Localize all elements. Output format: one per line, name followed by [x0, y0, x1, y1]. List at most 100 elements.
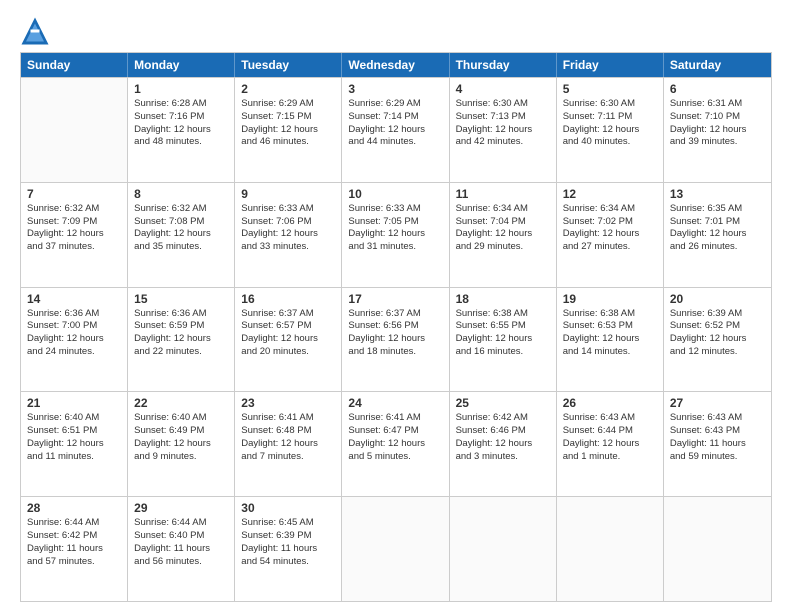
calendar-row-4: 28 Sunrise: 6:44 AMSunset: 6:42 PMDayligh…: [21, 496, 771, 601]
cell-info: Sunrise: 6:34 AMSunset: 7:02 PMDaylight:…: [563, 203, 657, 254]
day-cell-10: 10Sunrise: 6:33 AMSunset: 7:05 PMDayligh…: [342, 183, 449, 287]
cell-info: Sunrise: 6:30 AMSunset: 7:13 PMDaylight:…: [456, 98, 550, 149]
day-number: 21: [27, 396, 121, 410]
cell-info: Sunrise: 6:32 AMSunset: 7:08 PMDaylight:…: [134, 203, 228, 254]
empty-cell-4-6: [664, 497, 771, 601]
day-cell-17: 17 Sunrise: 6:37 AMSunset: 6:56 PMDayligh…: [342, 288, 449, 392]
day-number: 8: [134, 187, 228, 201]
cell-info: Sunrise: 6:32 AMSunset: 7:09 PMDaylight:…: [27, 203, 121, 254]
day-cell-5: 5 Sunrise: 6:30 AMSunset: 7:11 PMDaylight…: [557, 78, 664, 182]
cell-info: Sunrise: 6:33 AMSunset: 7:06 PMDaylight:…: [241, 203, 335, 254]
day-number: 6: [670, 82, 765, 96]
day-number: 26: [563, 396, 657, 410]
day-cell-27: 27 Sunrise: 6:43 AMSunset: 6:43 PMDayligh…: [664, 392, 771, 496]
logo: [20, 16, 54, 46]
empty-cell-4-5: [557, 497, 664, 601]
header-day-tuesday: Tuesday: [235, 53, 342, 77]
day-number: 25: [456, 396, 550, 410]
day-number: 15: [134, 292, 228, 306]
cell-info: Sunrise: 6:30 AMSunset: 7:11 PMDaylight:…: [563, 98, 657, 149]
day-number: 18: [456, 292, 550, 306]
cell-info: Sunrise: 6:42 AMSunset: 6:46 PMDaylight:…: [456, 412, 550, 463]
day-cell-16: 16 Sunrise: 6:37 AMSunset: 6:57 PMDayligh…: [235, 288, 342, 392]
day-number: 4: [456, 82, 550, 96]
cell-info: Sunrise: 6:37 AMSunset: 6:56 PMDaylight:…: [348, 308, 442, 359]
day-number: 27: [670, 396, 765, 410]
day-cell-23: 23Sunrise: 6:41 AMSunset: 6:48 PMDayligh…: [235, 392, 342, 496]
day-cell-12: 12 Sunrise: 6:34 AMSunset: 7:02 PMDayligh…: [557, 183, 664, 287]
day-number: 13: [670, 187, 765, 201]
day-cell-28: 28 Sunrise: 6:44 AMSunset: 6:42 PMDayligh…: [21, 497, 128, 601]
calendar-row-1: 7 Sunrise: 6:32 AMSunset: 7:09 PMDaylight…: [21, 182, 771, 287]
cell-info: Sunrise: 6:36 AMSunset: 6:59 PMDaylight:…: [134, 308, 228, 359]
day-cell-21: 21Sunrise: 6:40 AMSunset: 6:51 PMDayligh…: [21, 392, 128, 496]
day-number: 9: [241, 187, 335, 201]
day-number: 24: [348, 396, 442, 410]
day-number: 12: [563, 187, 657, 201]
cell-info: Sunrise: 6:41 AMSunset: 6:47 PMDaylight:…: [348, 412, 442, 463]
cell-info: Sunrise: 6:43 AMSunset: 6:43 PMDaylight:…: [670, 412, 765, 463]
day-number: 7: [27, 187, 121, 201]
cell-info: Sunrise: 6:37 AMSunset: 6:57 PMDaylight:…: [241, 308, 335, 359]
day-number: 14: [27, 292, 121, 306]
calendar: SundayMondayTuesdayWednesdayThursdayFrid…: [20, 52, 772, 602]
day-number: 19: [563, 292, 657, 306]
cell-info: Sunrise: 6:41 AMSunset: 6:48 PMDaylight:…: [241, 412, 335, 463]
cell-info: Sunrise: 6:35 AMSunset: 7:01 PMDaylight:…: [670, 203, 765, 254]
cell-info: Sunrise: 6:38 AMSunset: 6:53 PMDaylight:…: [563, 308, 657, 359]
day-number: 1: [134, 82, 228, 96]
cell-info: Sunrise: 6:29 AMSunset: 7:14 PMDaylight:…: [348, 98, 442, 149]
header: [20, 16, 772, 46]
cell-info: Sunrise: 6:36 AMSunset: 7:00 PMDaylight:…: [27, 308, 121, 359]
day-number: 20: [670, 292, 765, 306]
day-cell-22: 22Sunrise: 6:40 AMSunset: 6:49 PMDayligh…: [128, 392, 235, 496]
day-cell-7: 7 Sunrise: 6:32 AMSunset: 7:09 PMDaylight…: [21, 183, 128, 287]
cell-info: Sunrise: 6:33 AMSunset: 7:05 PMDaylight:…: [348, 203, 442, 254]
day-cell-11: 11Sunrise: 6:34 AMSunset: 7:04 PMDayligh…: [450, 183, 557, 287]
cell-info: Sunrise: 6:44 AMSunset: 6:40 PMDaylight:…: [134, 517, 228, 568]
day-cell-19: 19 Sunrise: 6:38 AMSunset: 6:53 PMDayligh…: [557, 288, 664, 392]
cell-info: Sunrise: 6:43 AMSunset: 6:44 PMDaylight:…: [563, 412, 657, 463]
day-cell-15: 15 Sunrise: 6:36 AMSunset: 6:59 PMDayligh…: [128, 288, 235, 392]
empty-cell-4-3: [342, 497, 449, 601]
calendar-body: 1 Sunrise: 6:28 AMSunset: 7:16 PMDaylight…: [21, 77, 771, 601]
calendar-row-0: 1 Sunrise: 6:28 AMSunset: 7:16 PMDaylight…: [21, 77, 771, 182]
cell-info: Sunrise: 6:39 AMSunset: 6:52 PMDaylight:…: [670, 308, 765, 359]
day-cell-4: 4 Sunrise: 6:30 AMSunset: 7:13 PMDaylight…: [450, 78, 557, 182]
day-cell-14: 14 Sunrise: 6:36 AMSunset: 7:00 PMDayligh…: [21, 288, 128, 392]
day-cell-9: 9 Sunrise: 6:33 AMSunset: 7:06 PMDaylight…: [235, 183, 342, 287]
day-cell-6: 6 Sunrise: 6:31 AMSunset: 7:10 PMDaylight…: [664, 78, 771, 182]
day-cell-1: 1 Sunrise: 6:28 AMSunset: 7:16 PMDaylight…: [128, 78, 235, 182]
day-number: 17: [348, 292, 442, 306]
day-number: 5: [563, 82, 657, 96]
day-number: 2: [241, 82, 335, 96]
day-cell-29: 29 Sunrise: 6:44 AMSunset: 6:40 PMDayligh…: [128, 497, 235, 601]
header-day-monday: Monday: [128, 53, 235, 77]
day-number: 30: [241, 501, 335, 515]
day-cell-24: 24 Sunrise: 6:41 AMSunset: 6:47 PMDayligh…: [342, 392, 449, 496]
day-number: 28: [27, 501, 121, 515]
day-cell-30: 30 Sunrise: 6:45 AMSunset: 6:39 PMDayligh…: [235, 497, 342, 601]
day-cell-8: 8 Sunrise: 6:32 AMSunset: 7:08 PMDaylight…: [128, 183, 235, 287]
header-day-sunday: Sunday: [21, 53, 128, 77]
day-number: 16: [241, 292, 335, 306]
day-cell-20: 20 Sunrise: 6:39 AMSunset: 6:52 PMDayligh…: [664, 288, 771, 392]
logo-icon: [20, 16, 50, 46]
calendar-header: SundayMondayTuesdayWednesdayThursdayFrid…: [21, 53, 771, 77]
day-cell-26: 26 Sunrise: 6:43 AMSunset: 6:44 PMDayligh…: [557, 392, 664, 496]
day-cell-2: 2Sunrise: 6:29 AMSunset: 7:15 PMDaylight…: [235, 78, 342, 182]
cell-info: Sunrise: 6:45 AMSunset: 6:39 PMDaylight:…: [241, 517, 335, 568]
cell-info: Sunrise: 6:31 AMSunset: 7:10 PMDaylight:…: [670, 98, 765, 149]
header-day-wednesday: Wednesday: [342, 53, 449, 77]
header-day-saturday: Saturday: [664, 53, 771, 77]
calendar-row-2: 14 Sunrise: 6:36 AMSunset: 7:00 PMDayligh…: [21, 287, 771, 392]
cell-info: Sunrise: 6:44 AMSunset: 6:42 PMDaylight:…: [27, 517, 121, 568]
page: SundayMondayTuesdayWednesdayThursdayFrid…: [0, 0, 792, 612]
cell-info: Sunrise: 6:28 AMSunset: 7:16 PMDaylight:…: [134, 98, 228, 149]
day-number: 22: [134, 396, 228, 410]
day-number: 29: [134, 501, 228, 515]
cell-info: Sunrise: 6:38 AMSunset: 6:55 PMDaylight:…: [456, 308, 550, 359]
day-number: 3: [348, 82, 442, 96]
cell-info: Sunrise: 6:34 AMSunset: 7:04 PMDaylight:…: [456, 203, 550, 254]
header-day-thursday: Thursday: [450, 53, 557, 77]
